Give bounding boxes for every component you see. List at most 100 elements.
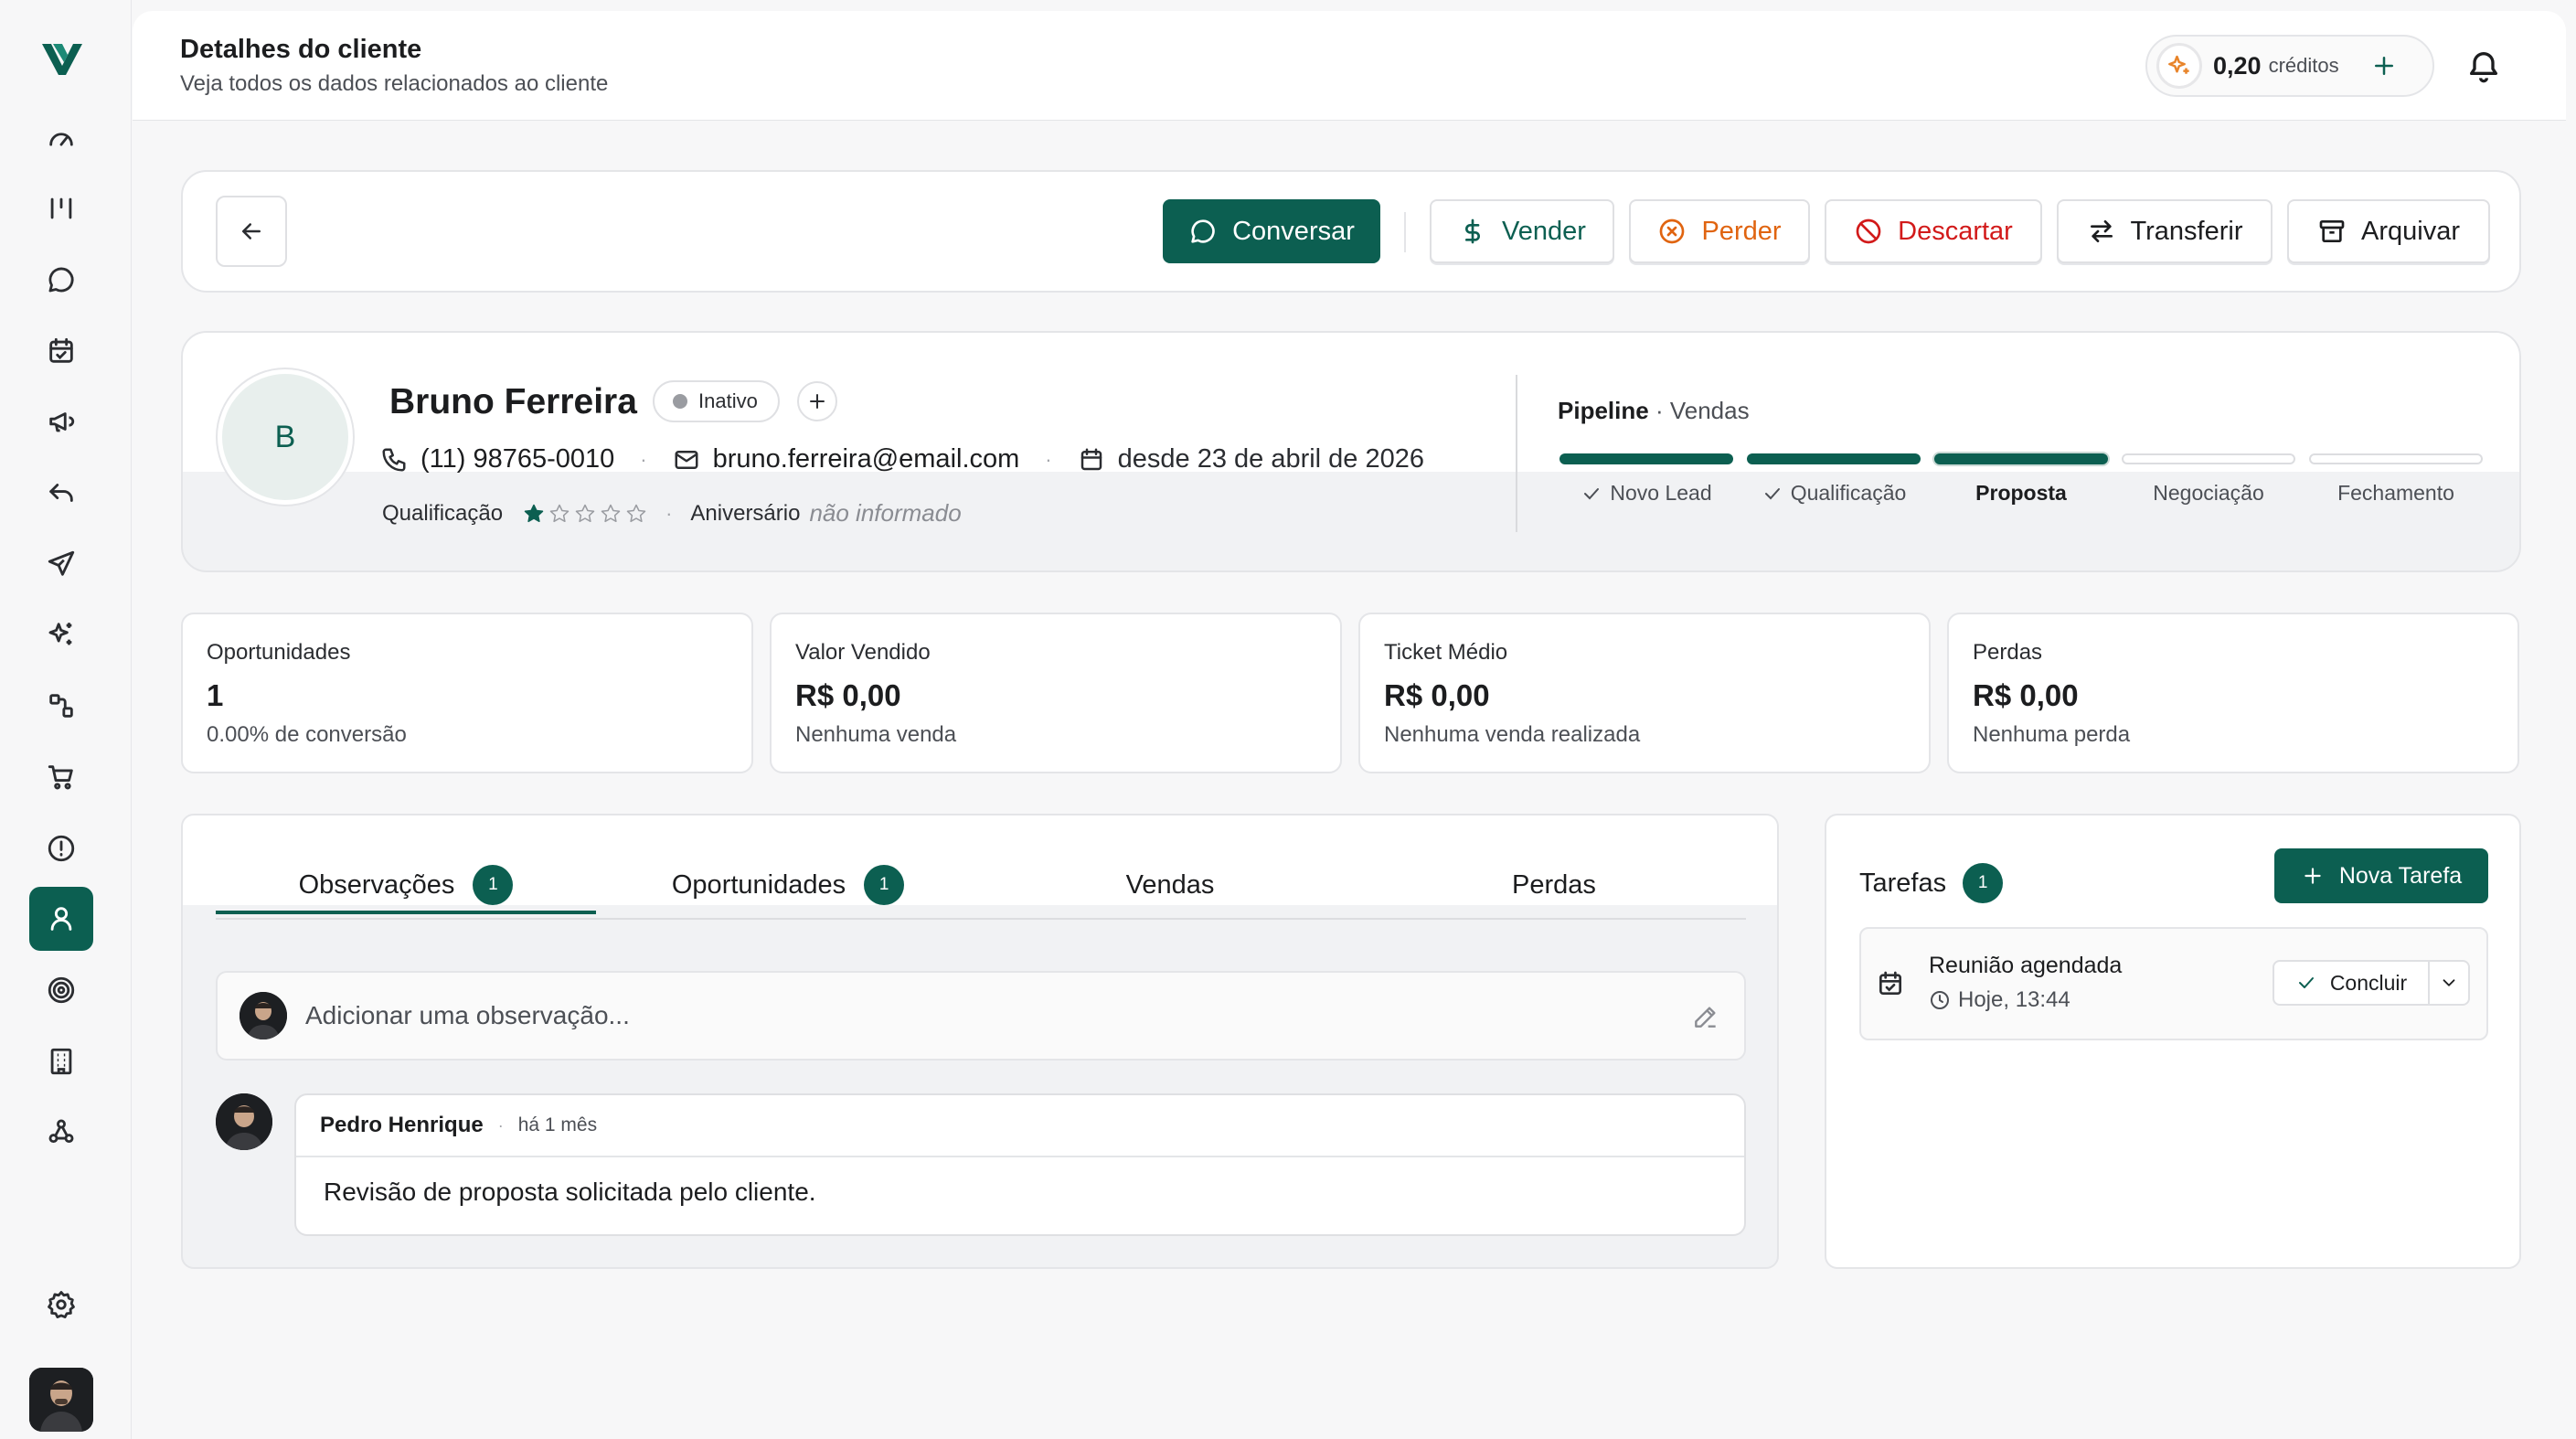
star-empty-icon[interactable] — [625, 503, 647, 525]
stat-value: 1 — [207, 678, 224, 712]
sidebar-item-send[interactable] — [29, 532, 93, 596]
alert-circle-icon — [48, 835, 75, 862]
tab-oportunidades[interactable]: Oportunidades 1 — [598, 861, 978, 909]
client-since: desde 23 de abril de 2026 — [1117, 444, 1425, 474]
tab-observacoes[interactable]: Observações 1 — [216, 861, 596, 909]
conversar-button[interactable]: Conversar — [1163, 199, 1380, 263]
shopping-cart-icon — [48, 765, 73, 790]
qualification-row: Qualificação · Aniversário não informado — [382, 499, 962, 528]
status-badge[interactable]: Inativo — [653, 380, 780, 422]
new-task-button[interactable]: Nova Tarefa — [2274, 848, 2488, 903]
sidebar-item-companies[interactable] — [29, 1029, 93, 1093]
pipeline-stage-bar[interactable] — [1934, 453, 2108, 464]
separator-dot: · — [640, 447, 647, 471]
observation-input[interactable]: Adicionar uma observação... — [216, 971, 1746, 1061]
stat-card-losses: Perdas R$ 0,00 Nenhuma perda — [1947, 613, 2519, 773]
task-item[interactable]: Reunião agendada Hoje, 13:44 Concluir — [1859, 927, 2488, 1040]
sidebar-item-dashboard[interactable] — [29, 106, 93, 170]
arquivar-label: Arquivar — [2361, 216, 2460, 246]
tasks-title-label: Tarefas — [1859, 868, 1947, 898]
pipeline-stage-label[interactable]: Novo Lead — [1552, 481, 1740, 506]
sidebar-item-ai[interactable] — [29, 602, 93, 666]
tab-perdas[interactable]: Perdas — [1362, 861, 1746, 909]
sidebar-item-calendar[interactable] — [29, 319, 93, 383]
sidebar-item-chat[interactable] — [29, 248, 93, 312]
arquivar-button[interactable]: Arquivar — [2287, 199, 2490, 263]
user-icon — [50, 907, 72, 931]
pipeline-stage-bar[interactable] — [2309, 453, 2483, 464]
client-profile-card: B Bruno Ferreira Inativo (11) 98765-0010… — [181, 331, 2521, 572]
sidebar-item-shop[interactable] — [29, 745, 93, 809]
sparkles-icon — [48, 623, 72, 645]
pipeline-stage-name: Novo Lead — [1610, 481, 1712, 505]
sidebar-item-clients[interactable] — [29, 887, 93, 951]
check-icon — [1584, 487, 1600, 499]
perder-button[interactable]: Perder — [1629, 199, 1810, 263]
arrows-transfer-icon — [2090, 220, 2113, 242]
pipeline-stage-label[interactable]: Fechamento — [2302, 481, 2490, 506]
action-bar: Conversar Vender Perder Descartar Transf… — [181, 170, 2521, 293]
credits-pill[interactable]: 0,20 créditos — [2145, 35, 2434, 97]
sidebar-item-replies[interactable] — [29, 461, 93, 525]
sidebar-item-settings[interactable] — [29, 1273, 93, 1337]
conclude-task-button[interactable]: Concluir — [2273, 960, 2430, 1006]
user-avatar[interactable] — [29, 1368, 93, 1432]
comment-author-avatar — [216, 1093, 272, 1150]
pipeline-stage-bar[interactable] — [1559, 453, 1733, 464]
sidebar-item-workflows[interactable] — [29, 674, 93, 738]
sidebar-item-kanban[interactable] — [29, 176, 93, 240]
send-plane-icon — [48, 550, 75, 576]
notifications-bell-icon[interactable] — [2465, 48, 2502, 84]
back-button[interactable] — [216, 196, 287, 267]
birthday-value[interactable]: não informado — [809, 499, 961, 528]
tab-label: Oportunidades — [671, 869, 846, 900]
stat-label: Oportunidades — [207, 640, 351, 665]
pipeline-stage-label[interactable]: Negociação — [2114, 481, 2303, 506]
task-options-dropdown[interactable] — [2428, 960, 2470, 1006]
pipeline-dot: · — [1655, 397, 1670, 424]
pipeline-stage-label[interactable]: Qualificação — [1740, 481, 1928, 506]
stat-label: Perdas — [1973, 640, 2043, 665]
transferir-button[interactable]: Transferir — [2057, 199, 2273, 263]
observation-header: Pedro Henrique · há 1 mês — [296, 1095, 1744, 1157]
client-email[interactable]: bruno.ferreira@email.com — [713, 444, 1020, 474]
descartar-button[interactable]: Descartar — [1825, 199, 2042, 263]
sidebar-item-alerts[interactable] — [29, 816, 93, 880]
star-empty-icon[interactable] — [574, 503, 596, 525]
tab-count-badge: 1 — [473, 865, 514, 905]
new-task-label: Nova Tarefa — [2338, 862, 2463, 889]
client-phone[interactable]: (11) 98765-0010 — [420, 444, 614, 474]
stat-card-sold-value: Valor Vendido R$ 0,00 Nenhuma venda — [770, 613, 1342, 773]
add-tag-button[interactable] — [797, 381, 837, 421]
observation-text: Revisão de proposta solicitada pelo clie… — [324, 1178, 816, 1206]
contact-row: (11) 98765-0010 · bruno.ferreira@email.c… — [380, 444, 1424, 474]
sidebar-item-campaigns[interactable] — [29, 389, 93, 453]
vender-button[interactable]: Vender — [1430, 199, 1614, 263]
star-filled-icon[interactable] — [523, 503, 545, 525]
check-icon — [1764, 487, 1780, 499]
observation-placeholder: Adicionar uma observação... — [305, 1001, 630, 1029]
megaphone-icon — [49, 412, 75, 432]
stat-label: Ticket Médio — [1384, 640, 1508, 665]
star-empty-icon[interactable] — [548, 503, 570, 525]
rating-stars[interactable] — [523, 503, 647, 525]
target-icon — [48, 976, 75, 1004]
pencil-icon[interactable] — [1691, 1002, 1720, 1031]
brand-logo-icon[interactable] — [40, 40, 84, 77]
plus-icon — [2305, 868, 2321, 884]
tab-vendas[interactable]: Vendas — [980, 861, 1360, 909]
add-credits-icon[interactable] — [2370, 52, 2398, 80]
sidebar-item-goals[interactable] — [29, 958, 93, 1022]
star-empty-icon[interactable] — [600, 503, 622, 525]
client-name: Bruno Ferreira — [389, 382, 637, 421]
pipeline-stage-bar[interactable] — [1747, 453, 1921, 464]
separator-dot: · — [497, 1115, 504, 1135]
stat-card-opportunities: Oportunidades 1 0.00% de conversão — [181, 613, 753, 773]
transferir-label: Transferir — [2130, 216, 2243, 246]
pipeline-stage-bar[interactable] — [2122, 453, 2295, 464]
reply-arrow-icon — [49, 484, 73, 502]
tab-label: Observações — [298, 869, 455, 900]
page-title: Detalhes do cliente — [180, 35, 422, 64]
pipeline-stage-label[interactable]: Proposta — [1927, 481, 2115, 506]
sidebar-item-webhooks[interactable] — [29, 1100, 93, 1164]
